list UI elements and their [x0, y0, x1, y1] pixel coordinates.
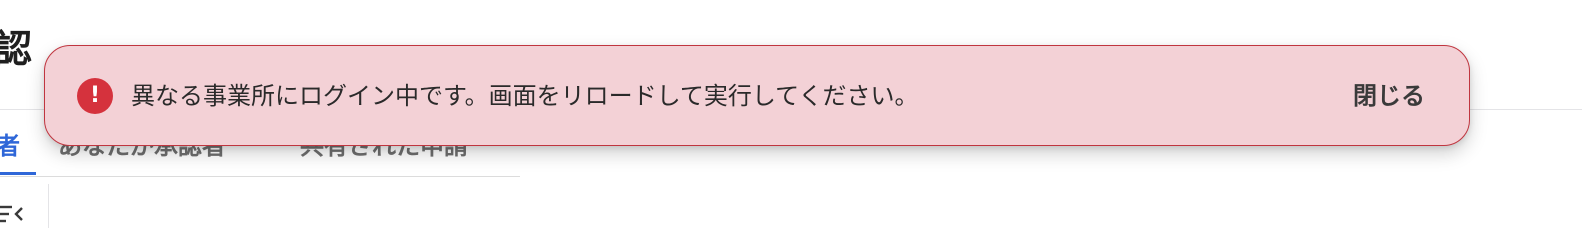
sort-icon[interactable]	[0, 201, 28, 228]
error-toast: ! 異なる事業所にログイン中です。画面をリロードして実行してください。 閉じる	[44, 45, 1470, 146]
close-button[interactable]: 閉じる	[1353, 77, 1425, 115]
toast-message: 異なる事業所にログイン中です。画面をリロードして実行してください。	[131, 82, 919, 110]
page-title: 認	[0, 27, 33, 71]
active-tab-indicator	[0, 172, 36, 175]
error-icon: !	[77, 78, 113, 114]
column-divider	[48, 184, 49, 228]
sort-icon-graphic	[0, 205, 23, 223]
tab-applicant[interactable]: 者	[0, 128, 20, 164]
page: 認 者 あなたが承認者 共有された申請 ! 異なる事業所にログイン中です。画面を…	[0, 0, 1582, 228]
